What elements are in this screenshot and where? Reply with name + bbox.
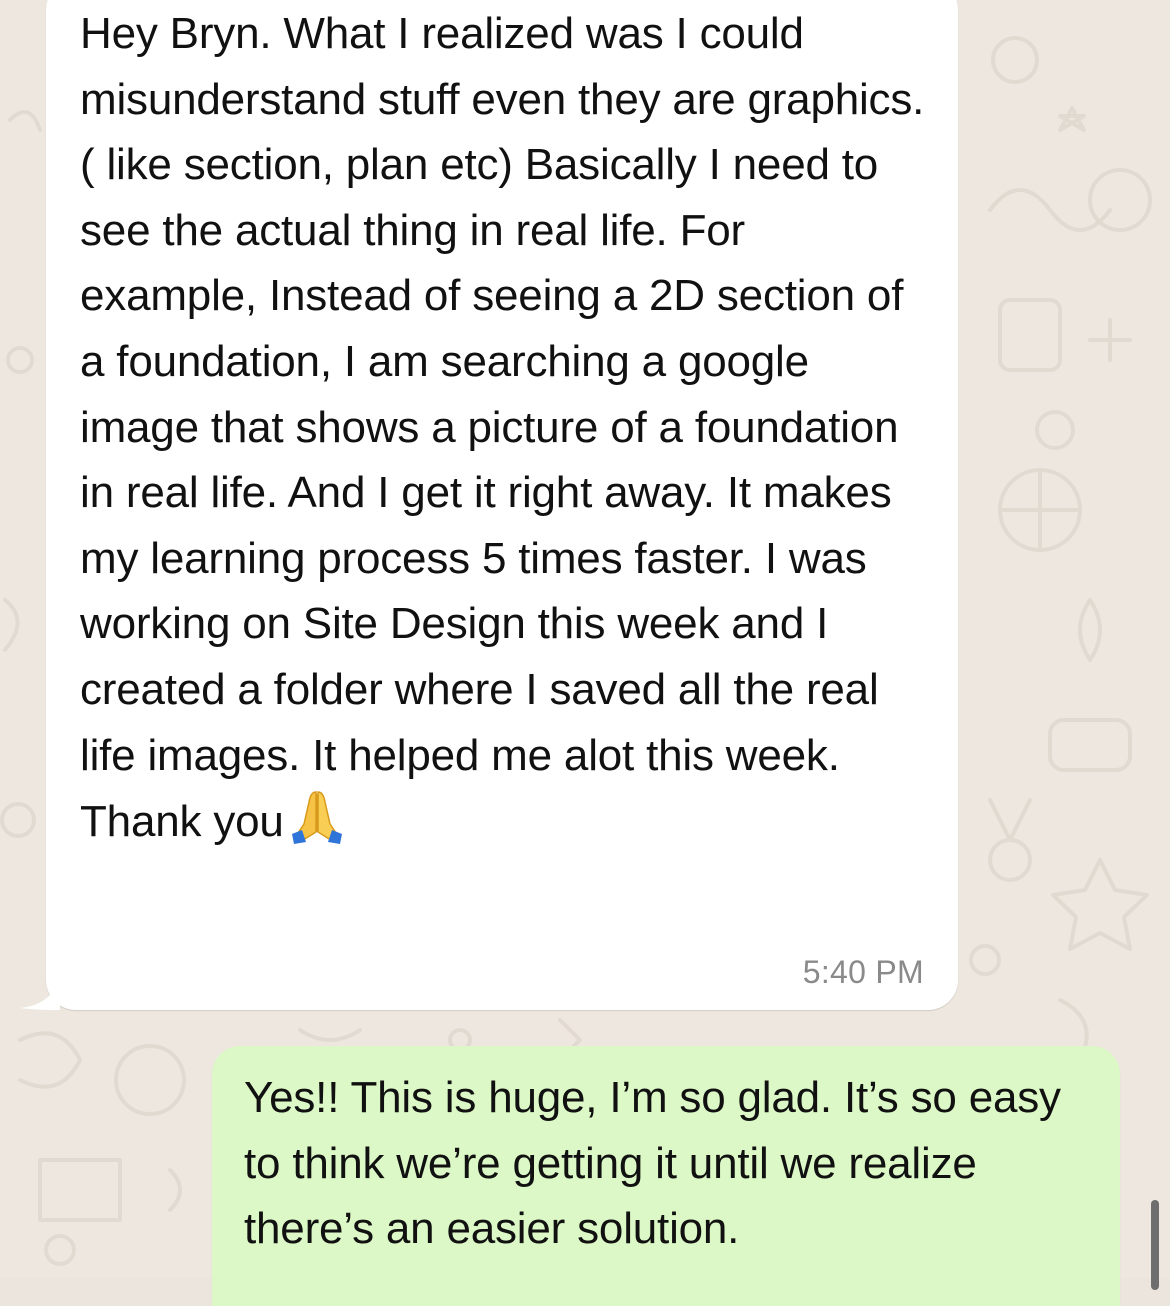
bubble-tail-icon: [20, 976, 60, 1010]
message-timestamp: 5:40 PM: [802, 954, 924, 990]
folded-hands-emoji-icon: [291, 791, 342, 845]
outgoing-message-bubble[interactable]: Yes!! This is huge, I’m so glad. It’s so…: [212, 1046, 1120, 1306]
incoming-message-content: Hey Bryn. What I realized was I could mi…: [80, 1, 930, 855]
scroll-indicator[interactable]: [1151, 1200, 1159, 1290]
incoming-message-text: Hey Bryn. What I realized was I could mi…: [80, 9, 937, 847]
outgoing-message-text: Yes!! This is huge, I’m so glad. It’s so…: [244, 1073, 1073, 1254]
incoming-message-bubble[interactable]: Hey Bryn. What I realized was I could mi…: [20, 0, 958, 1010]
